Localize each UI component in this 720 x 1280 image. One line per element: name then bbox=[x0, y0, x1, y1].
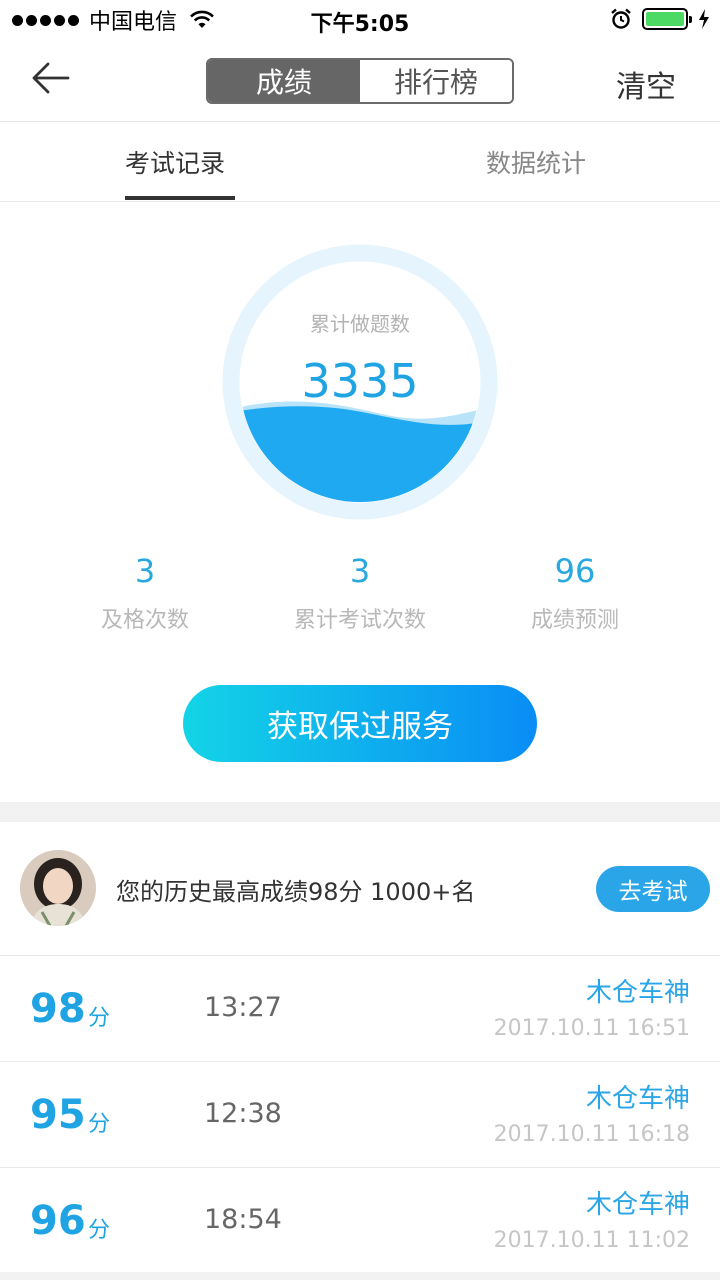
stat-pass-count: 3 及格次数 bbox=[45, 548, 245, 634]
best-score-text: 您的历史最高成绩98分 1000+名 bbox=[116, 878, 476, 906]
section-divider bbox=[0, 802, 720, 822]
active-tab-indicator bbox=[125, 196, 235, 200]
stat-exam-count: 3 累计考试次数 bbox=[260, 548, 460, 634]
record-score: 98 bbox=[30, 986, 86, 1032]
stat-label: 累计考试次数 bbox=[293, 608, 426, 633]
go-exam-button[interactable]: 去考试 bbox=[596, 866, 710, 912]
bottom-divider bbox=[0, 1272, 720, 1280]
record-score-unit: 分 bbox=[88, 1006, 111, 1031]
record-score-unit: 分 bbox=[88, 1218, 111, 1243]
record-date: 2017.10.11 16:51 bbox=[493, 1016, 690, 1041]
record-score-unit: 分 bbox=[88, 1112, 111, 1137]
charging-icon bbox=[699, 9, 709, 29]
best-score-row: 您的历史最高成绩98分 1000+名 去考试 bbox=[0, 822, 720, 956]
record-title: 木仓车神 bbox=[585, 1084, 690, 1114]
stat-label: 成绩预测 bbox=[530, 608, 619, 633]
record-date: 2017.10.11 11:02 bbox=[493, 1228, 690, 1253]
avatar bbox=[20, 850, 96, 926]
stat-score-prediction: 96 成绩预测 bbox=[475, 548, 675, 634]
exam-record-list: 98 分 13:27 木仓车神 2017.10.11 16:51 95 分 12… bbox=[0, 956, 720, 1274]
battery-icon bbox=[642, 8, 692, 30]
back-arrow-icon[interactable] bbox=[28, 58, 74, 98]
clear-button[interactable]: 清空 bbox=[616, 62, 676, 106]
tab-data-statistics[interactable]: 数据统计 bbox=[486, 122, 586, 202]
stat-value: 3 bbox=[349, 552, 371, 590]
carrier-name: 中国电信 bbox=[89, 10, 178, 35]
record-duration: 13:27 bbox=[204, 992, 282, 1023]
navigation-bar: 成绩 排行榜 清空 bbox=[0, 40, 720, 122]
total-questions-label: 累计做题数 bbox=[310, 312, 410, 336]
record-duration: 12:38 bbox=[204, 1098, 282, 1129]
stat-value: 3 bbox=[134, 552, 156, 590]
record-score: 95 bbox=[30, 1092, 86, 1138]
tab-exam-records[interactable]: 考试记录 bbox=[125, 122, 225, 202]
record-score: 96 bbox=[30, 1198, 86, 1244]
segment-score[interactable]: 成绩 bbox=[208, 60, 360, 102]
total-questions-value: 3335 bbox=[301, 354, 419, 408]
record-title: 木仓车神 bbox=[585, 978, 690, 1008]
stat-label: 及格次数 bbox=[100, 608, 189, 633]
get-pass-service-button[interactable]: 获取保过服务 bbox=[183, 685, 537, 762]
status-bar: 中国电信 下午5:05 bbox=[0, 0, 720, 40]
record-date: 2017.10.11 16:18 bbox=[493, 1122, 690, 1147]
exam-record-row[interactable]: 96 分 18:54 木仓车神 2017.10.11 11:02 bbox=[0, 1168, 720, 1274]
segmented-control: 成绩 排行榜 bbox=[206, 58, 514, 104]
tab-bar: 考试记录 数据统计 bbox=[0, 122, 720, 202]
alarm-icon bbox=[611, 8, 631, 29]
exam-record-row[interactable]: 98 分 13:27 木仓车神 2017.10.11 16:51 bbox=[0, 956, 720, 1062]
wifi-icon bbox=[190, 10, 214, 28]
exam-record-row[interactable]: 95 分 12:38 木仓车神 2017.10.11 16:18 bbox=[0, 1062, 720, 1168]
stat-value: 96 bbox=[554, 552, 596, 590]
record-duration: 18:54 bbox=[204, 1204, 282, 1235]
record-title: 木仓车神 bbox=[585, 1190, 690, 1220]
segment-ranking[interactable]: 排行榜 bbox=[360, 60, 512, 102]
total-questions-gauge: 累计做题数 3335 bbox=[222, 244, 498, 520]
signal-strength-icon bbox=[12, 14, 79, 26]
stats-row: 3 及格次数 3 累计考试次数 96 成绩预测 bbox=[0, 548, 720, 648]
